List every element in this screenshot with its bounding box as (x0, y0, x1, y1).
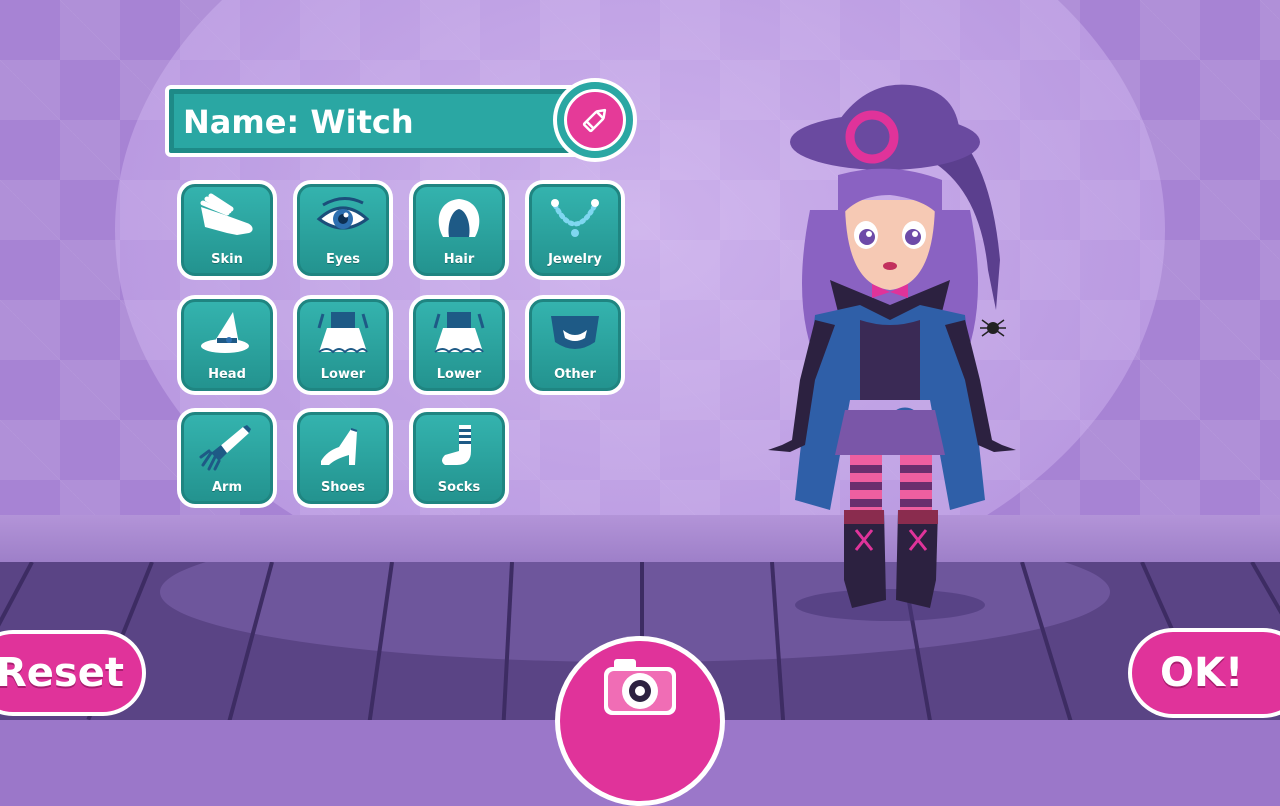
collar-icon (551, 316, 599, 349)
category-skin[interactable]: Skin (177, 180, 277, 280)
ok-button[interactable]: OK! (1128, 628, 1280, 718)
category-label: Hair (443, 252, 475, 267)
category-shoes[interactable]: Shoes (293, 408, 393, 508)
hair-icon (438, 199, 480, 237)
category-label: Eyes (326, 252, 360, 267)
category-socks[interactable]: Socks (409, 408, 509, 508)
category-label: Lower (320, 367, 366, 382)
camera-icon (604, 659, 676, 715)
witch-hat-icon (201, 312, 249, 353)
pencil-icon (582, 108, 607, 133)
reset-label: Reset (0, 650, 124, 696)
category-label: Socks (437, 480, 481, 495)
camera-button[interactable] (555, 636, 725, 806)
category-label: Other (554, 367, 596, 382)
witch-character (768, 84, 1016, 621)
category-label: Head (208, 367, 246, 382)
hand-icon (200, 193, 253, 235)
category-other[interactable]: Other (525, 295, 625, 395)
character-name: Name: Witch (183, 103, 414, 141)
necklace-icon (551, 199, 599, 237)
reset-button[interactable]: Reset (0, 630, 146, 716)
skirt-icon (433, 312, 485, 354)
category-hair[interactable]: Hair (409, 180, 509, 280)
name-panel: Name: Witch (165, 85, 585, 157)
category-jewelry[interactable]: Jewelry (525, 180, 625, 280)
category-label: Shoes (320, 480, 366, 495)
category-eyes[interactable]: Eyes (293, 180, 393, 280)
glove-icon (199, 425, 251, 471)
category-head[interactable]: Head (177, 295, 277, 395)
category-label: Skin (211, 252, 243, 267)
category-label: Lower (436, 367, 482, 382)
category-arm[interactable]: Arm (177, 408, 277, 508)
category-lower-2[interactable]: Lower (409, 295, 509, 395)
edit-name-button[interactable] (553, 78, 637, 162)
ok-label: OK! (1160, 650, 1244, 696)
eye-icon (316, 197, 370, 230)
category-lower-1[interactable]: Lower (293, 295, 393, 395)
category-label: Arm (211, 480, 243, 495)
skirt-icon (317, 312, 369, 354)
high-heel-icon (321, 428, 358, 465)
category-label: Jewelry (548, 252, 602, 267)
sock-icon (442, 425, 471, 465)
